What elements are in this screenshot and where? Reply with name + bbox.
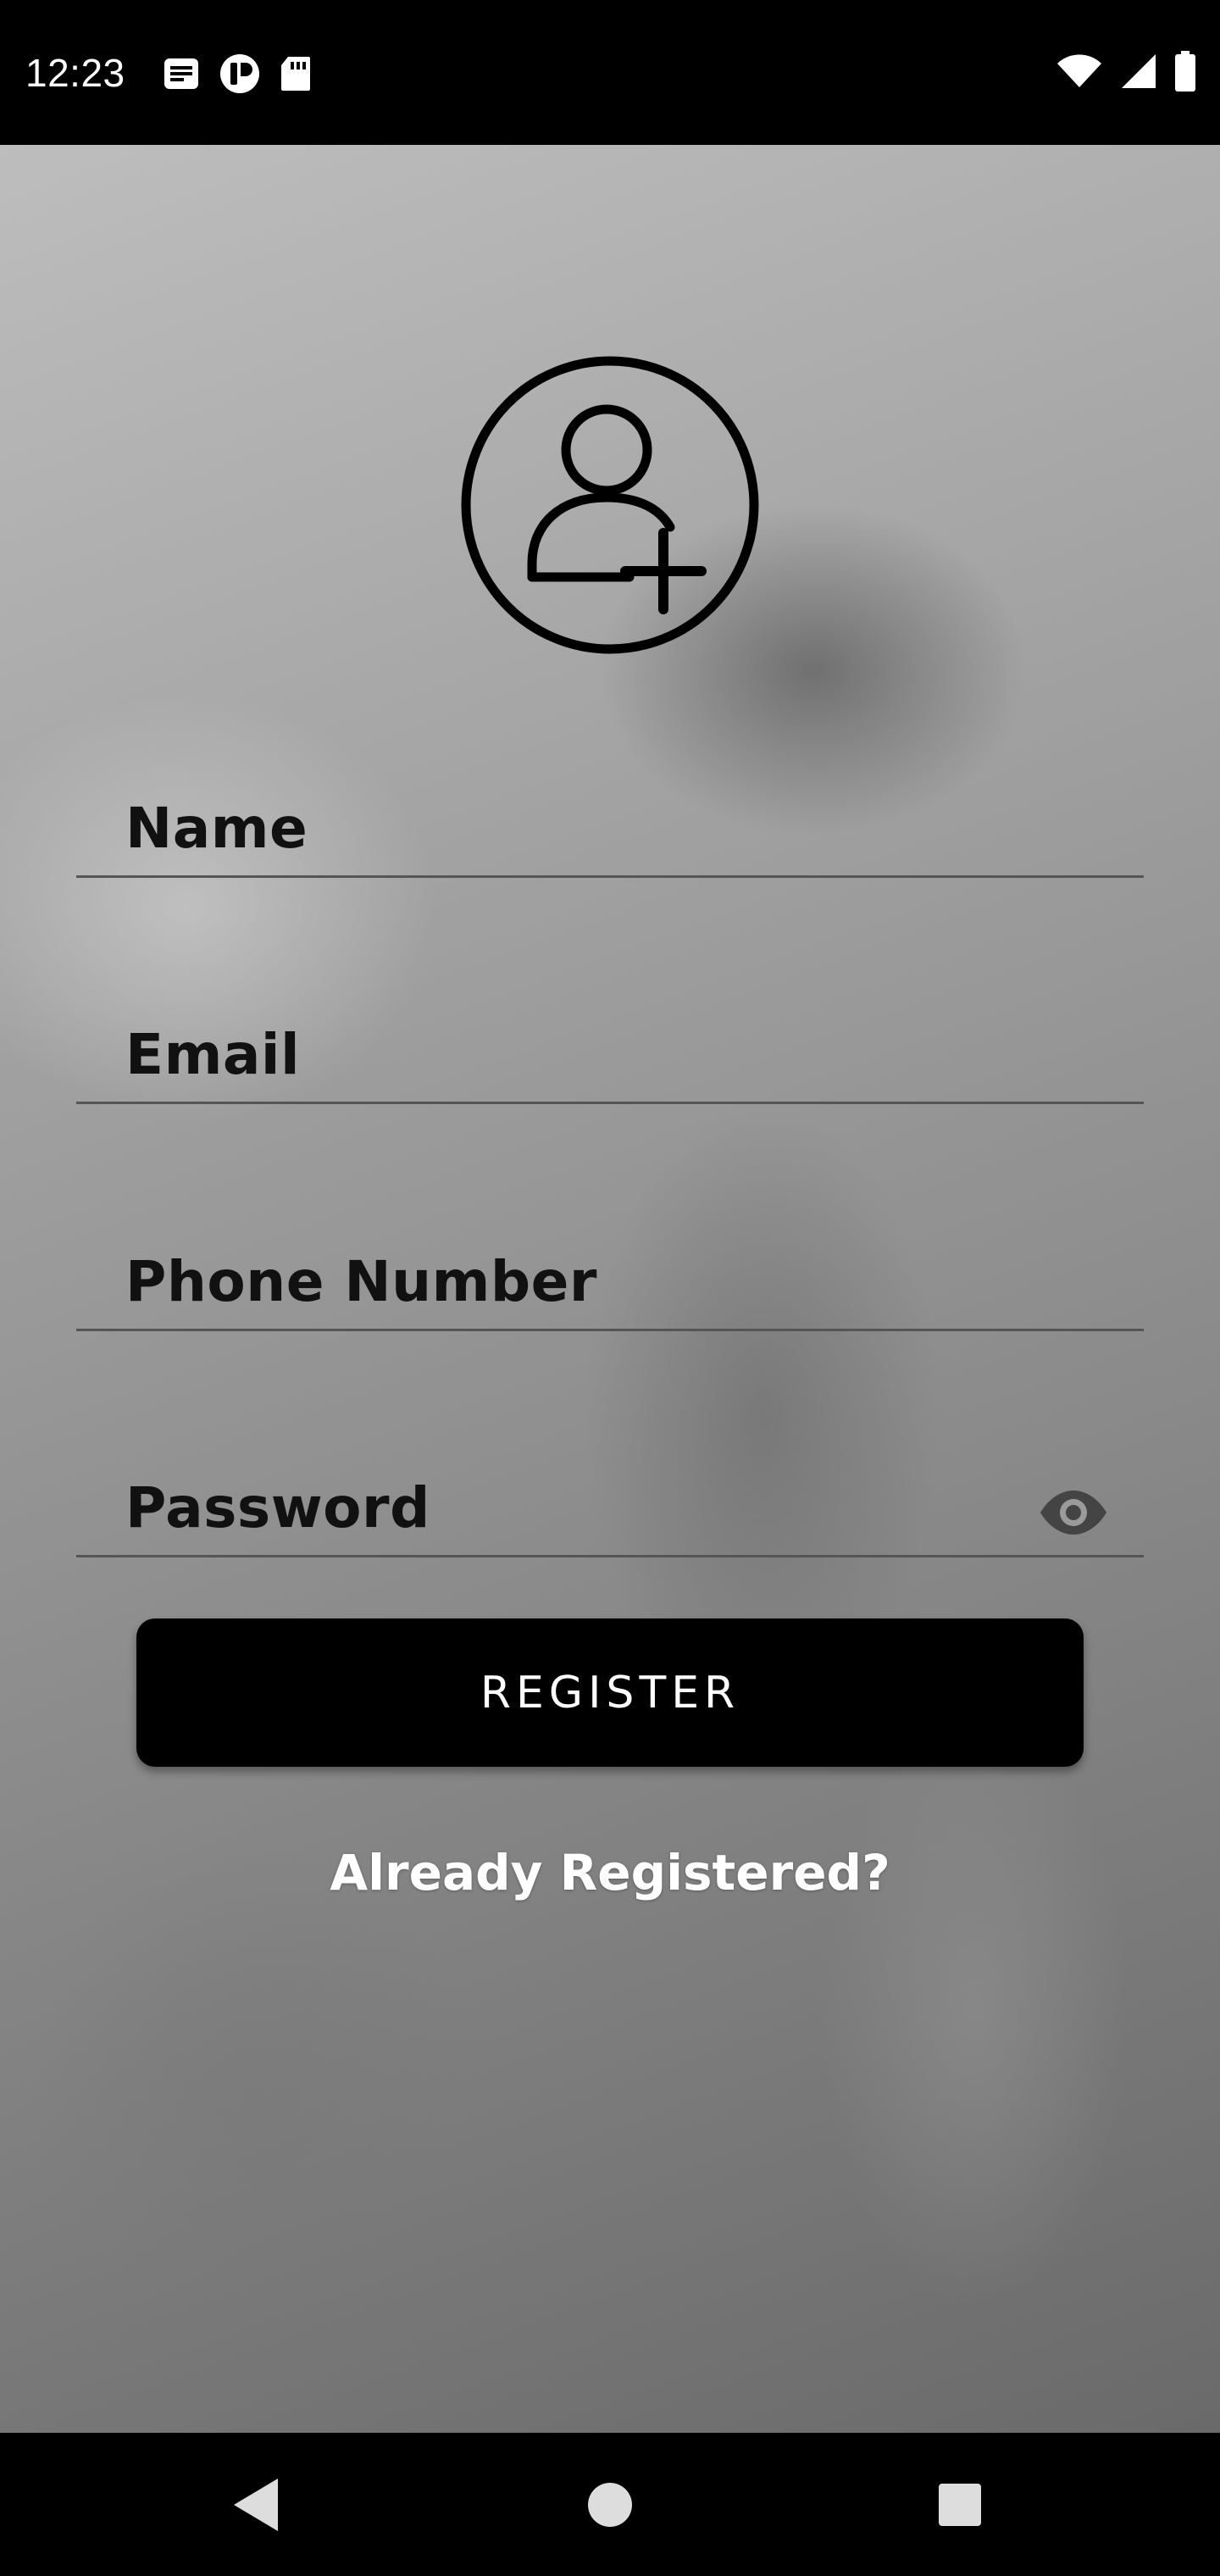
status-bar: 12:23 xyxy=(0,0,1220,145)
email-field[interactable]: Email xyxy=(76,1007,1144,1104)
sd-card-icon xyxy=(281,57,310,91)
email-field-label: Email xyxy=(125,1022,301,1087)
already-registered-link[interactable]: Already Registered? xyxy=(0,1844,1220,1901)
phone-number-field-label: Phone Number xyxy=(125,1249,597,1314)
status-right-icons xyxy=(1056,51,1196,92)
status-left-icons xyxy=(163,53,312,95)
cell-signal-icon xyxy=(1122,54,1156,88)
navigation-bar xyxy=(0,2433,1220,2576)
name-field[interactable]: Name xyxy=(76,780,1144,878)
phone-number-field[interactable]: Phone Number xyxy=(76,1234,1144,1331)
privacy-icon xyxy=(220,54,259,93)
home-icon[interactable] xyxy=(587,2482,633,2528)
password-field[interactable]: Password xyxy=(76,1460,1144,1557)
recents-icon[interactable] xyxy=(938,2483,982,2527)
register-screen: Name Email Phone Number Password REGISTE… xyxy=(0,145,1220,2433)
notes-icon xyxy=(164,58,198,89)
back-icon[interactable] xyxy=(230,2475,281,2534)
register-button[interactable]: REGISTER xyxy=(136,1618,1084,1767)
name-field-label: Name xyxy=(125,796,308,861)
password-field-label: Password xyxy=(125,1475,430,1541)
status-time: 12:23 xyxy=(25,51,125,95)
add-user-icon[interactable] xyxy=(460,355,760,655)
wifi-icon xyxy=(1057,54,1101,87)
eye-icon[interactable] xyxy=(1039,1489,1108,1536)
battery-icon xyxy=(1175,51,1195,92)
